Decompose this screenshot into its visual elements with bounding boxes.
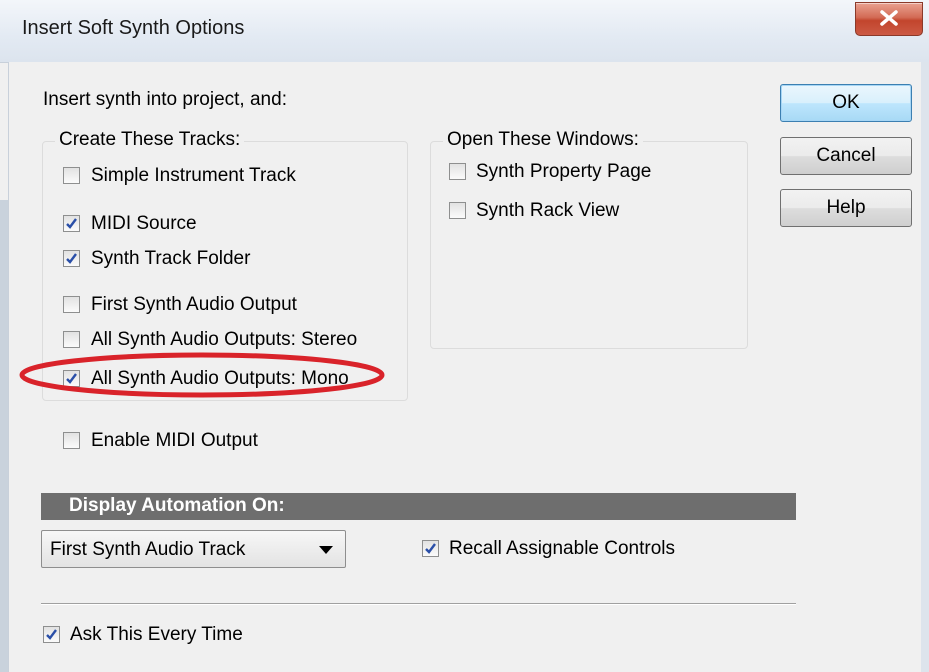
synth-property-page-checkbox[interactable] [449,163,466,180]
midi-source-checkbox[interactable] [63,215,80,232]
first-synth-audio-output-label: First Synth Audio Output [91,294,297,315]
first-synth-audio-output-checkbox[interactable] [63,296,80,313]
window-edge-left [0,200,8,672]
close-icon [880,10,898,26]
display-automation-heading: Display Automation On: [69,495,285,516]
synth-property-page-label: Synth Property Page [476,161,652,182]
open-windows-label: Open These Windows: [443,129,643,151]
synth-rack-view-checkbox[interactable] [449,202,466,219]
intro-label: Insert synth into project, and: [43,89,287,110]
title-bar: Insert Soft Synth Options [0,0,929,63]
ok-button[interactable]: OK [780,84,912,122]
synth-rack-view-label: Synth Rack View [476,200,620,221]
create-tracks-label: Create These Tracks: [55,129,245,151]
checkmark-icon [66,253,77,264]
enable-midi-output-label: Enable MIDI Output [91,430,258,451]
simple-instrument-track-label: Simple Instrument Track [91,165,296,186]
help-button[interactable]: Help [780,189,912,227]
ask-every-time-label: Ask This Every Time [70,624,243,645]
midi-source-label: MIDI Source [91,213,197,234]
window-edge-right [921,62,929,672]
synth-track-folder-checkbox[interactable] [63,250,80,267]
window-title: Insert Soft Synth Options [22,17,245,39]
recall-assignable-controls-checkbox[interactable] [422,540,439,557]
close-button[interactable] [855,2,923,36]
annotation-ellipse [19,352,385,398]
checkmark-icon [66,218,77,229]
ask-every-time-checkbox[interactable] [43,626,60,643]
divider [41,603,796,605]
synth-track-folder-label: Synth Track Folder [91,248,251,269]
recall-assignable-controls-label: Recall Assignable Controls [449,538,676,559]
chevron-down-icon [319,546,333,554]
display-automation-select[interactable]: First Synth Audio Track [41,530,346,568]
display-automation-header: Display Automation On: [41,493,796,520]
checkmark-icon [46,629,57,640]
display-automation-selected: First Synth Audio Track [50,539,246,560]
enable-midi-output-checkbox[interactable] [63,432,80,449]
checkmark-icon [425,543,436,554]
all-outputs-stereo-checkbox[interactable] [63,331,80,348]
cancel-button[interactable]: Cancel [780,137,912,175]
simple-instrument-track-checkbox[interactable] [63,167,80,184]
